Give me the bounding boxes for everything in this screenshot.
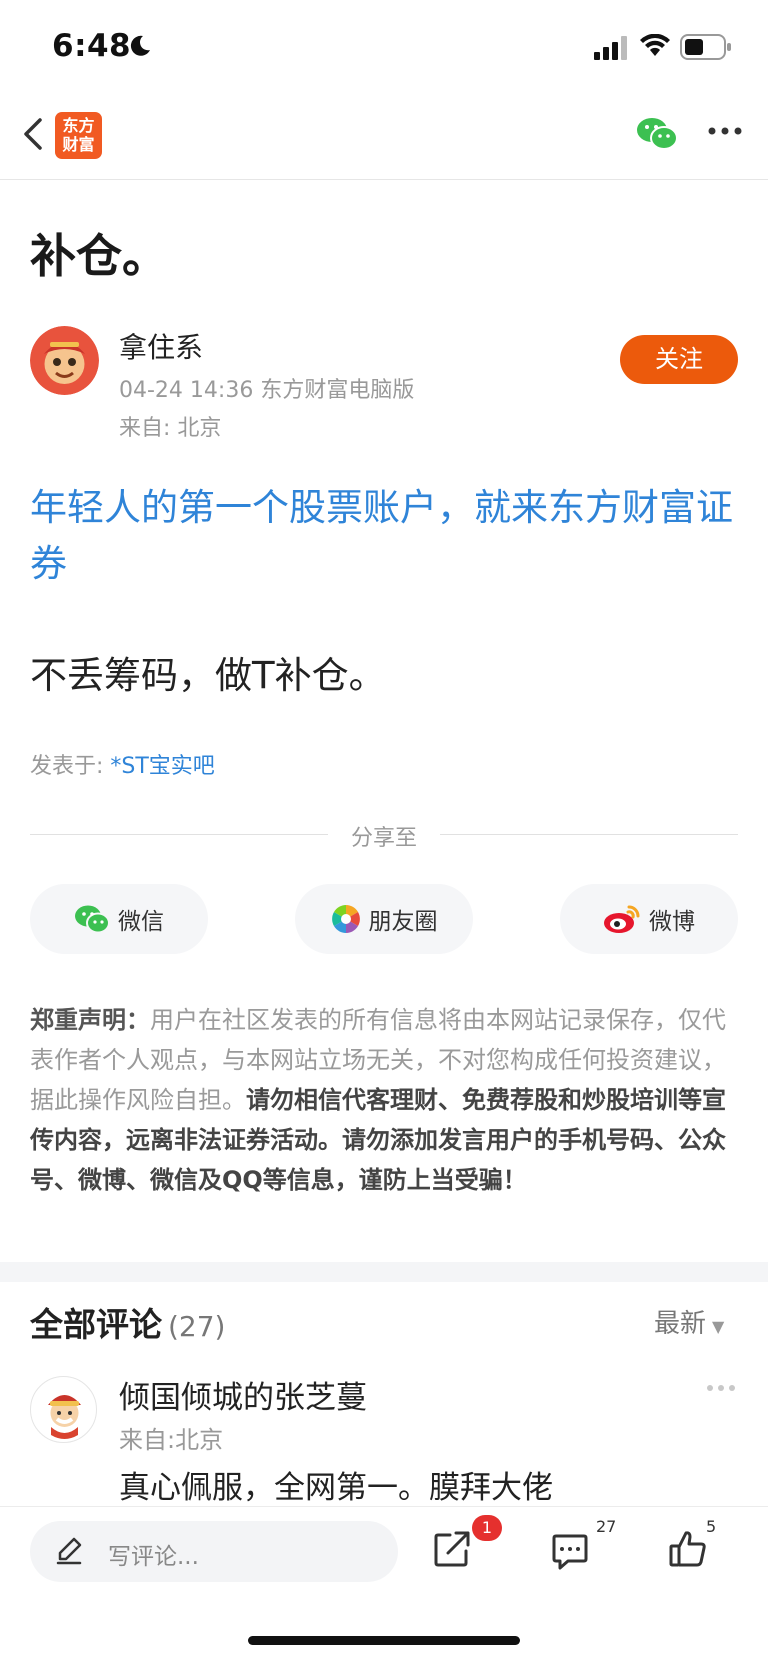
post-location: 来自: 北京 — [119, 416, 222, 441]
commenter-name[interactable]: 倾国倾城的张芝蔓 — [119, 1372, 367, 1417]
comment-count: 27 — [596, 1517, 617, 1536]
posted-in: 发表于: *ST宝实吧 — [30, 748, 215, 780]
wifi-icon — [640, 34, 670, 56]
share-moments-label: 朋友圈 — [368, 909, 438, 935]
thumbs-up-icon[interactable] — [668, 1529, 708, 1569]
author-name[interactable]: 拿住系 — [119, 326, 203, 366]
wechat-share-icon[interactable] — [636, 116, 678, 152]
share-moments-button[interactable]: 朋友圈 — [295, 884, 473, 954]
share-weibo-label: 微博 — [649, 909, 695, 935]
signal-icon — [594, 36, 627, 60]
comment-more-icon[interactable] — [706, 1384, 736, 1392]
pen-icon — [56, 1537, 82, 1565]
comment-icon[interactable] — [550, 1531, 590, 1571]
nav-bar: 东方 财富 — [0, 96, 768, 180]
logo-text-line2: 财富 — [62, 135, 95, 154]
divider-line-right — [440, 834, 738, 835]
share-icon[interactable] — [432, 1529, 472, 1569]
home-indicator — [248, 1636, 520, 1645]
status-bar: 6:48 — [0, 0, 768, 96]
moon-icon — [130, 35, 150, 56]
author-avatar[interactable] — [30, 326, 99, 395]
share-divider: 分享至 — [30, 820, 738, 851]
back-icon[interactable] — [18, 114, 48, 154]
comments-header: 全部评论 (27) — [30, 1298, 225, 1346]
post-title: 补仓。 — [30, 229, 168, 283]
disclaimer: 郑重声明：用户在社区发表的所有信息将由本网站记录保存，仅代表作者个人观点，与本网… — [30, 1000, 742, 1200]
share-badge: 1 — [472, 1515, 502, 1541]
comment-placeholder: 写评论... — [108, 1544, 199, 1570]
caret-down-icon: ▼ — [712, 1317, 725, 1336]
post-body: 不丢筹码，做T补仓。 — [30, 654, 386, 697]
disclaimer-label: 郑重声明： — [30, 1006, 150, 1034]
comment-location: 来自:北京 — [119, 1426, 224, 1454]
share-wechat-label: 微信 — [118, 909, 164, 935]
moments-icon — [331, 905, 360, 933]
comment-text: 真心佩服，全网第一。膜拜大佬 — [119, 1470, 553, 1506]
follow-button[interactable]: 关注 — [620, 335, 738, 384]
logo-text-line1: 东方 — [62, 116, 95, 135]
comments-title: 全部评论 — [30, 1305, 162, 1344]
share-weibo-button[interactable]: 微博 — [560, 884, 738, 954]
wechat-icon — [75, 905, 110, 934]
comment-input[interactable]: 写评论... — [30, 1521, 398, 1582]
app-logo[interactable]: 东方 财富 — [55, 112, 102, 159]
like-count: 5 — [706, 1517, 717, 1536]
battery-icon — [680, 34, 731, 60]
weibo-icon — [604, 905, 640, 933]
status-time: 6:48 — [52, 28, 132, 64]
promo-link[interactable]: 年轻人的第一个股票账户，就来东方财富证券 — [30, 480, 742, 592]
section-separator — [0, 1262, 768, 1282]
more-icon[interactable] — [708, 126, 742, 136]
sort-label: 最新 — [654, 1309, 707, 1339]
comments-count: (27) — [168, 1310, 226, 1343]
share-wechat-button[interactable]: 微信 — [30, 884, 208, 954]
post-meta: 04-24 14:36 东方财富电脑版 — [119, 378, 415, 403]
commenter-avatar[interactable] — [30, 1376, 97, 1443]
sort-select[interactable]: 最新 ▼ — [654, 1303, 724, 1340]
share-label: 分享至 — [350, 826, 417, 851]
posted-in-label: 发表于: — [30, 754, 111, 779]
stock-bar-link[interactable]: *ST宝实吧 — [110, 754, 214, 779]
